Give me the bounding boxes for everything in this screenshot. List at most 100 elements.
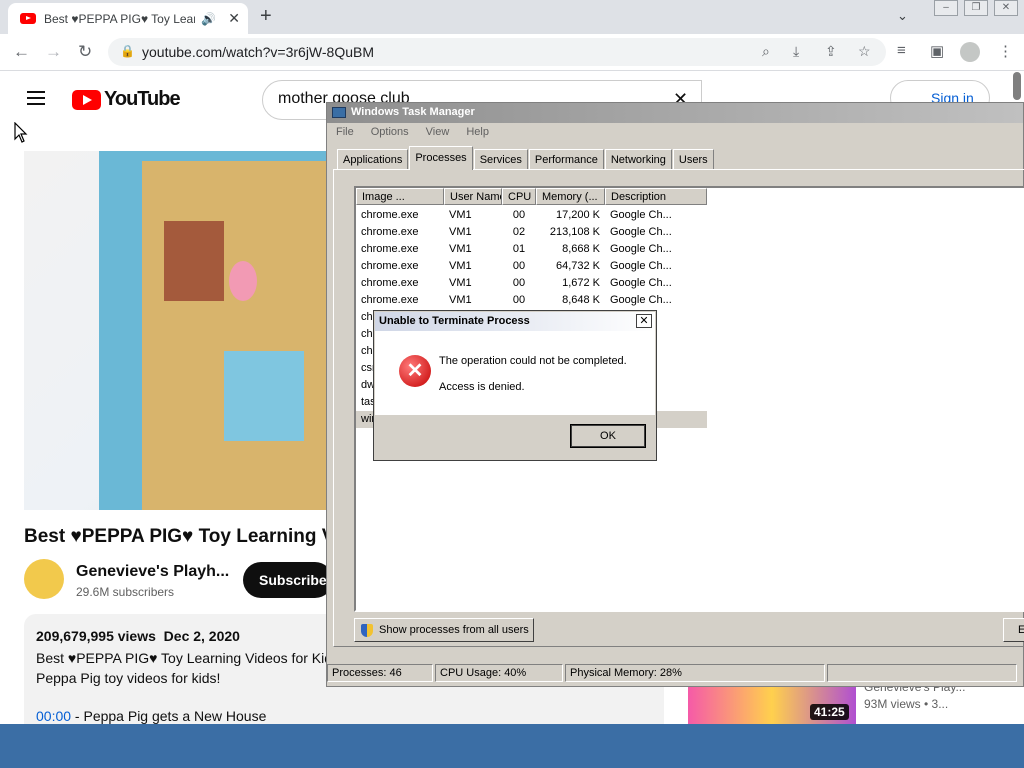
tab-users[interactable]: Users [672,149,714,169]
column-header-description[interactable]: Description [605,188,707,205]
process-description: Google Ch... [610,260,672,272]
process-name: chrome.exe [361,294,419,306]
youtube-play-icon [72,89,101,110]
view-count: 209,679,995 views [36,628,156,644]
task-manager-statusbar: Processes: 46 CPU Usage: 40% Physical Me… [327,664,1024,684]
process-cpu: 00 [512,209,526,221]
process-row[interactable]: chrome.exe VM1 00 64,732 K Google Ch... [356,258,707,275]
video-frame-peppa [229,261,257,301]
chapter-timestamp-link[interactable]: 00:00 [36,708,71,724]
url-text[interactable]: youtube.com/watch?v=3r6jW-8QuBM [142,44,374,60]
minimize-button[interactable]: – [934,0,958,16]
video-frame-dollhouse [142,161,326,510]
menu-file[interactable]: File [327,123,362,143]
youtube-favicon-icon [20,13,36,24]
search-icon[interactable]: ⌕ [762,43,770,60]
tab-networking[interactable]: Networking [604,149,672,169]
status-cpu-usage: CPU Usage: 40% [435,664,563,682]
ok-button[interactable]: OK [570,424,646,448]
error-message: The operation could not be completed. [439,355,627,367]
browser-tab[interactable]: Best ♥PEPPA PIG♥ Toy Learning Videos for… [8,3,248,34]
tab-performance[interactable]: Performance [528,149,604,169]
menu-view[interactable]: View [417,123,458,143]
video-title: Best ♥PEPPA PIG♥ Toy Learning Videos for… [24,526,326,547]
error-dialog-titlebar[interactable]: Unable to Terminate Process ✕ [375,312,655,331]
star-icon[interactable]: ☆ [858,43,871,60]
lock-icon[interactable]: 🔒 [120,44,135,58]
tab-search-icon[interactable]: ⌄ [897,8,908,24]
menu-options[interactable]: Options [362,123,417,143]
video-player[interactable] [24,151,326,510]
close-window-button[interactable]: ✕ [994,0,1018,16]
youtube-logo-text: YouTube [104,88,181,110]
share-icon[interactable]: ⇪ [825,43,837,60]
audio-playing-icon[interactable]: 🔊 [201,12,216,26]
tab-close-icon[interactable]: ✕ [228,10,240,27]
process-cpu: 00 [512,294,526,306]
menu-help[interactable]: Help [457,123,497,143]
error-icon: ✕ [399,355,431,387]
end-process-label: E [1018,624,1024,636]
column-header-user[interactable]: User Name [444,188,502,205]
status-processes: Processes: 46 [327,664,433,682]
end-process-button[interactable]: E [1003,618,1024,642]
subscribe-button[interactable]: Subscribe [243,562,333,598]
process-description: Google Ch... [610,294,672,306]
video-frame-room [164,221,224,301]
reload-button[interactable]: ↻ [78,42,92,62]
tab-applications[interactable]: Applications [337,149,409,169]
process-memory: 64,732 K [555,260,600,272]
process-user: VM1 [449,260,472,272]
subscribe-label: Subscribe [259,572,327,588]
channel-avatar[interactable] [24,559,64,599]
install-icon[interactable]: ⤓ [793,43,799,60]
process-user: VM1 [449,243,472,255]
process-memory: 1,672 K [562,277,600,289]
media-icon[interactable]: ≡ [897,42,906,59]
new-tab-button[interactable]: + [260,5,272,28]
process-row[interactable]: chrome.exe VM1 00 17,200 K Google Ch... [356,207,707,224]
os-taskbar [0,724,1024,768]
process-list-header: Image ... User Name CPU Memory (... Desc… [356,188,707,205]
task-manager-tabs: Applications Processes Services Performa… [337,146,715,170]
more-vert-icon[interactable]: ⋮ [998,42,1013,60]
process-description: Google Ch... [610,209,672,221]
process-memory: 8,648 K [562,294,600,306]
process-row[interactable]: chrome.exe VM1 00 8,648 K Google Ch... [356,292,707,309]
task-manager-titlebar[interactable]: Windows Task Manager [327,103,1023,123]
process-cpu: 00 [512,260,526,272]
column-header-image[interactable]: Image ... [356,188,444,205]
uac-shield-icon [361,624,373,637]
page-scrollbar[interactable] [1013,72,1021,100]
process-cpu: 01 [512,243,526,255]
address-bar[interactable]: 🔒 youtube.com/watch?v=3r6jW-8QuBM ⌕ ⤓ ⇪ … [108,38,886,66]
side-panel-icon[interactable]: ▣ [930,42,944,60]
process-row[interactable]: chrome.exe VM1 01 8,668 K Google Ch... [356,241,707,258]
youtube-logo[interactable]: YouTube [72,88,181,111]
dialog-close-icon[interactable]: ✕ [636,314,652,328]
ok-label: OK [600,430,616,442]
process-memory: 213,108 K [549,226,600,238]
process-row[interactable]: chrome.exe VM1 00 1,672 K Google Ch... [356,275,707,292]
process-cpu: 02 [512,226,526,238]
channel-name[interactable]: Genevieve's Playh... [76,563,229,581]
process-row[interactable]: chrome.exe VM1 02 213,108 K Google Ch... [356,224,707,241]
tab-processes[interactable]: Processes [409,146,473,170]
task-manager-icon [332,107,346,118]
video-duration-badge: 41:25 [810,704,849,720]
forward-button[interactable]: → [45,42,62,62]
window-controls: – ❐ ✕ [928,0,1018,16]
column-header-memory[interactable]: Memory (... [536,188,605,205]
column-header-cpu[interactable]: CPU [502,188,536,205]
hamburger-menu-icon[interactable] [27,91,45,109]
profile-avatar[interactable] [960,42,980,62]
tab-services[interactable]: Services [473,149,528,169]
show-all-label: Show processes from all users [379,624,529,636]
mouse-cursor-icon [14,122,28,143]
restore-button[interactable]: ❐ [964,0,988,16]
show-all-processes-button[interactable]: Show processes from all users [354,618,534,642]
process-description: Google Ch... [610,243,672,255]
process-name: chrome.exe [361,260,419,272]
error-detail: Access is denied. [439,381,525,393]
back-button[interactable]: ← [13,42,30,62]
